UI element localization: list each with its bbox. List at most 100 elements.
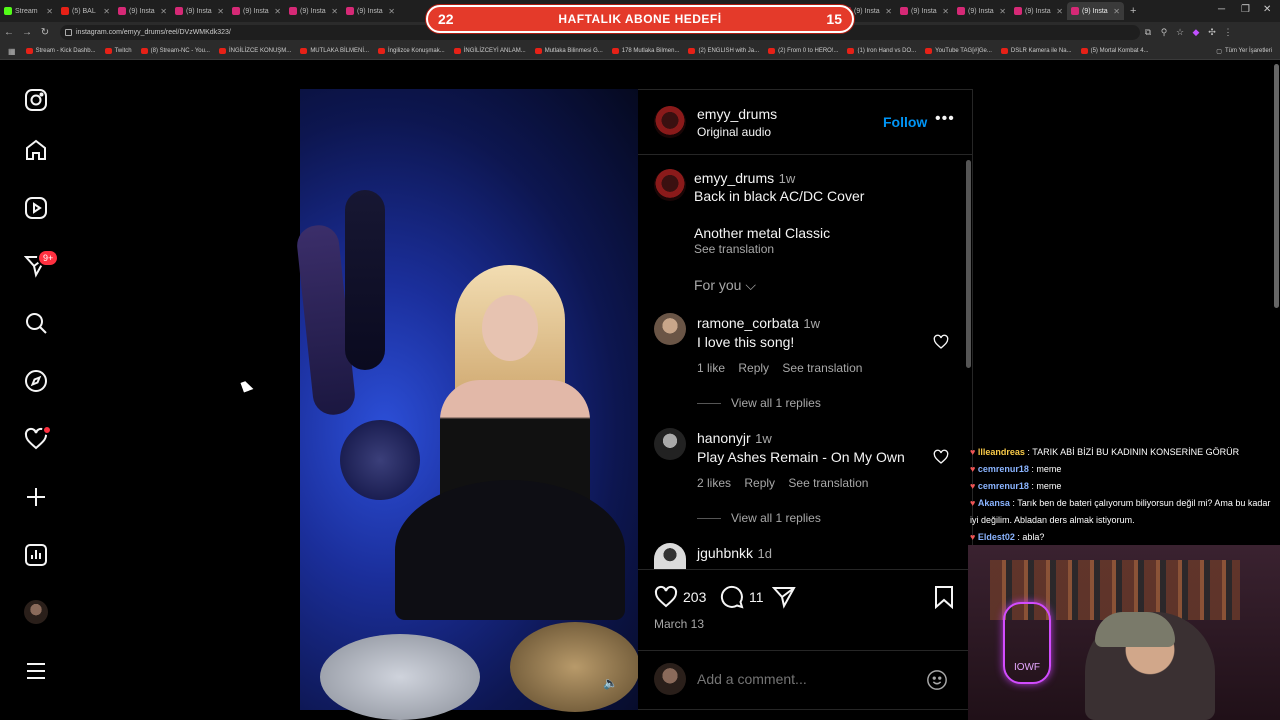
bookmark-item[interactable]: (1) Iron Hand vs DO... [847,48,916,54]
bookmark-item[interactable]: (2) From 0 to HERO!... [768,48,838,54]
chat-username[interactable]: llleandreas [978,447,1025,457]
search-icon[interactable] [24,311,48,335]
view-replies-button[interactable]: View all 1 replies [697,396,821,410]
like-heart-icon[interactable] [654,585,678,609]
install-icon[interactable]: ⧉ [1140,27,1156,39]
bookmark-item[interactable]: MUTLAKA BİLMENİ... [300,48,369,54]
follow-button[interactable]: Follow [883,114,927,130]
comment-likes[interactable]: 2 likes [697,476,731,490]
puzzle-icon[interactable]: ✣ [1204,27,1220,39]
add-comment-input[interactable] [697,670,907,688]
tab-close-icon[interactable]: ✕ [331,7,338,16]
browser-tab[interactable]: Stream ✕ [0,2,57,20]
tab-close-icon[interactable]: ✕ [388,7,395,16]
all-bookmarks[interactable]: ▢ Tüm Yer İşaretleri [1216,48,1272,55]
tab-close-icon[interactable]: ✕ [274,7,281,16]
extension-icon[interactable]: ◆ [1188,27,1204,39]
owner-username[interactable]: emyy_drums [697,106,777,122]
back-button[interactable]: ← [0,27,18,38]
emoji-icon[interactable] [926,669,948,691]
comment-bubble-icon[interactable] [720,585,744,609]
browser-tab[interactable]: (9) Insta ✕ [171,2,228,20]
comment-username[interactable]: hanonyjr [697,430,751,446]
comment-avatar[interactable] [654,543,686,569]
comment-likes[interactable]: 1 like [697,361,725,375]
comment-like-heart-icon[interactable] [933,334,949,350]
comment-see-translation[interactable]: See translation [782,361,862,375]
caption-username[interactable]: emyy_drums [694,170,774,186]
comment-username[interactable]: jguhbnkk [697,545,753,561]
reload-button[interactable]: ↻ [36,27,54,38]
chat-username[interactable]: Eldest02 [978,532,1015,542]
owner-avatar[interactable] [654,106,686,138]
tab-close-icon[interactable]: ✕ [885,7,892,16]
comment-reply-button[interactable]: Reply [738,361,769,375]
bookmark-item[interactable]: İNGİLİZCEYİ ANLAM... [453,48,526,54]
chat-username[interactable]: cemrenur18 [978,481,1029,491]
bookmark-item[interactable]: YouTube TAG[#]Ge... [925,48,992,54]
maximize-button[interactable]: ❐ [1241,4,1250,15]
view-replies-button[interactable]: View all 1 replies [697,511,821,525]
browser-tab[interactable]: (9) Insta ✕ [896,2,953,20]
tab-close-icon[interactable]: ✕ [217,7,224,16]
audio-toggle-icon[interactable]: 🔈 [603,676,618,690]
comment-username[interactable]: ramone_corbata [697,315,799,331]
audio-label[interactable]: Original audio [697,125,771,139]
tab-close-icon[interactable]: ✕ [46,7,53,16]
like-count[interactable]: 203 [683,589,706,605]
browser-tab[interactable]: (9) Insta ✕ [1067,2,1124,20]
comment-like-heart-icon[interactable] [933,449,949,465]
bookmark-item[interactable]: Twitch [104,48,132,54]
site-info-icon[interactable] [65,29,72,36]
instagram-logo-icon[interactable] [24,88,48,112]
caption-avatar[interactable] [654,169,686,201]
home-icon[interactable] [24,138,48,162]
close-window-button[interactable]: ✕ [1263,4,1271,15]
comment-count[interactable]: 11 [749,589,764,605]
bookmark-item[interactable]: (8) Stream-NC - You... [140,48,210,54]
tab-close-icon[interactable]: ✕ [160,7,167,16]
create-plus-icon[interactable] [24,485,48,509]
browser-tab[interactable]: (9) Insta ✕ [342,2,399,20]
bookmark-item[interactable]: Mutlaka Bilinmesi G... [534,48,603,54]
profile-avatar[interactable] [24,600,48,624]
new-tab-button[interactable]: + [1130,5,1136,17]
browser-tab[interactable]: (9) Insta ✕ [228,2,285,20]
bookmark-item[interactable]: İNGİLİZCE KONUŞM... [218,48,291,54]
tab-close-icon[interactable]: ✕ [999,7,1006,16]
bookmark-item[interactable]: 178 Mutlaka Bilmen... [611,48,679,54]
browser-tab[interactable]: (9) Insta ✕ [285,2,342,20]
bookmark-item[interactable]: (5) Mortal Kombat 4... [1080,48,1149,54]
tab-close-icon[interactable]: ✕ [942,7,949,16]
comment-see-translation[interactable]: See translation [788,476,868,490]
browser-tab[interactable]: (9) Insta ✕ [953,2,1010,20]
comment-avatar[interactable] [654,313,686,345]
dashboard-chart-icon[interactable] [24,543,48,567]
bookmark-item[interactable]: DSLR Kamera ile Na... [1000,48,1072,54]
comments-scrollbar[interactable] [966,160,971,368]
browser-tab[interactable]: (5) BAL ✕ [57,2,114,20]
reels-icon[interactable] [24,196,48,220]
tab-close-icon[interactable]: ✕ [1113,7,1120,16]
minimize-button[interactable]: ─ [1218,4,1225,15]
browser-tab[interactable]: (9) Insta ✕ [114,2,171,20]
tab-close-icon[interactable]: ✕ [1056,7,1063,16]
bookmark-star-icon[interactable]: ☆ [1172,27,1188,39]
tab-close-icon[interactable]: ✕ [103,7,110,16]
bookmark-item[interactable]: Stream - Kick Dashb... [25,48,96,54]
chat-username[interactable]: cemrenur18 [978,464,1029,474]
comment-avatar[interactable] [654,428,686,460]
comment-reply-button[interactable]: Reply [744,476,775,490]
save-bookmark-icon[interactable] [933,585,955,609]
more-menu-icon[interactable] [24,659,48,683]
page-scrollbar[interactable] [1274,64,1279,308]
more-options-icon[interactable]: ••• [935,110,955,128]
bookmark-item[interactable]: (2) ENGLISH with Ja... [688,48,759,54]
share-send-icon[interactable] [772,585,796,609]
forward-button[interactable]: → [18,27,36,38]
bookmark-item[interactable]: İngilizce Konuşmak... [378,48,445,54]
zoom-icon[interactable]: ⚲ [1156,27,1172,39]
menu-icon[interactable]: ⋮ [1220,27,1236,39]
caption-see-translation[interactable]: See translation [694,242,774,256]
browser-tab[interactable]: (9) Insta ✕ [1010,2,1067,20]
